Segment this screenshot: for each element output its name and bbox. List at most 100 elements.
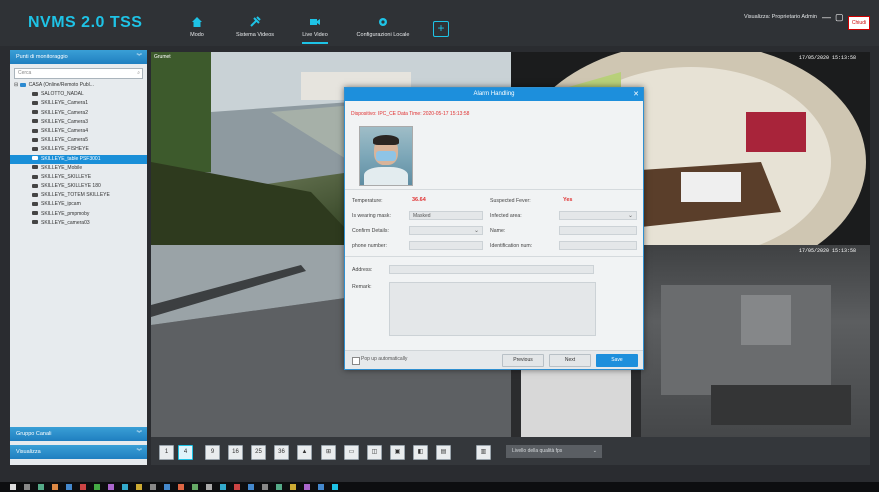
- layout-36-button[interactable]: 36: [274, 445, 289, 460]
- divider: [345, 189, 643, 190]
- tree-item[interactable]: SKILLEYE_SKILLEYE: [10, 173, 147, 182]
- group-channels-tab[interactable]: Gruppo Canali ︾: [10, 427, 147, 441]
- tree-item[interactable]: SKILLEYE_Camera4: [10, 127, 147, 136]
- popup-checkbox-label: Pop up automatically: [361, 356, 408, 362]
- os-taskbar: [0, 482, 879, 492]
- tools-icon: [250, 16, 261, 27]
- confirm-details-label: Confirm Details:: [352, 228, 389, 234]
- nav-label: Modo: [190, 32, 204, 38]
- fullscreen-button[interactable]: ▣: [390, 445, 405, 460]
- app-title: NVMS 2.0 TSS: [28, 14, 143, 31]
- minimize-button[interactable]: —: [822, 12, 831, 22]
- tree-item[interactable]: SKILLEYE_Camera2: [10, 109, 147, 118]
- phone-field[interactable]: [409, 241, 483, 250]
- temperature-label: Temperature:: [352, 198, 383, 204]
- tree-root[interactable]: ⊟ CASA (Online/Remoto Publ...: [10, 81, 147, 90]
- quality-select[interactable]: Livello della qualità fps ⌄: [506, 445, 602, 458]
- next-button[interactable]: Next: [549, 354, 591, 367]
- alarm-info: Dispositivo: IPC_CE Data Time: 2020-05-1…: [351, 111, 470, 117]
- divider: [345, 256, 643, 257]
- device-panel: Punti di monitoraggio ︾ Cerca ⌕ ⊟ CASA (…: [10, 50, 147, 465]
- tree-item[interactable]: SKILLEYE_pmpmoby: [10, 210, 147, 219]
- chevron-down-icon: ︾: [136, 431, 142, 437]
- infected-area-select[interactable]: ⌄: [559, 211, 637, 220]
- app-window: NVMS 2.0 TSS Modo Sistema Videos Live Vi…: [0, 0, 879, 492]
- taskbar-icons: [10, 484, 338, 490]
- gear-icon: [379, 18, 387, 26]
- wearing-mask-label: Is wearing mask:: [352, 213, 391, 219]
- remark-textarea[interactable]: [389, 282, 596, 336]
- search-input[interactable]: Cerca ⌕: [14, 68, 143, 79]
- tab-label: Gruppo Canali: [16, 431, 52, 437]
- camera-label: Grumet: [154, 54, 171, 60]
- remark-label: Remark:: [352, 284, 372, 290]
- maximize-button[interactable]: ▢: [835, 12, 844, 23]
- name-field[interactable]: [559, 226, 637, 235]
- chevron-down-icon: ⌄: [627, 213, 633, 219]
- temperature-value: 36.64: [412, 197, 426, 203]
- tree-item[interactable]: SKILLEYE_Camera1: [10, 99, 147, 108]
- tree-item[interactable]: SKILLEYE_SKILLEYE 180: [10, 182, 147, 191]
- search-icon[interactable]: ⌕: [137, 69, 140, 78]
- tab-label: Visualizza: [16, 449, 41, 455]
- confirm-details-select[interactable]: ⌄: [409, 226, 483, 235]
- panel-title-label: Punti di monitoraggio: [16, 54, 68, 60]
- layout-16-button[interactable]: 16: [228, 445, 243, 460]
- chevron-down-icon: ︾: [136, 449, 142, 455]
- add-tab-button[interactable]: +: [433, 21, 449, 37]
- grid-view-button[interactable]: ⊞: [321, 445, 336, 460]
- tree-item[interactable]: SKILLEYE_FISHEYE: [10, 145, 147, 154]
- top-bar: NVMS 2.0 TSS Modo Sistema Videos Live Vi…: [0, 0, 879, 46]
- quality-select-label: Livello della qualità fps: [512, 448, 563, 454]
- dialog-title-bar: Alarm Handling ✕: [345, 88, 643, 101]
- up-arrow-button[interactable]: ▲: [297, 445, 312, 460]
- identification-label: Identification num:: [490, 243, 533, 249]
- nav-label: Live Video: [302, 32, 328, 38]
- list-view-button[interactable]: ▤: [436, 445, 451, 460]
- nav-label: Sistema Videos: [235, 32, 275, 38]
- layout-toolbar: 1 4 9 16 25 36 ▲ ⊞ ▭ ◫ ▣ ◧ ▤ ▥ Livello d…: [151, 437, 870, 465]
- nav-live-video[interactable]: Live Video: [280, 16, 350, 44]
- tree-item[interactable]: SKILLEYE_TOTEM SKILLEYE: [10, 191, 147, 200]
- tree-item[interactable]: SKILLEYE_ipcam: [10, 200, 147, 209]
- user-info: Visualizza: Proprietario Admin: [744, 14, 817, 20]
- layout-25-button[interactable]: 25: [251, 445, 266, 460]
- single-view-button[interactable]: ▭: [344, 445, 359, 460]
- previous-button[interactable]: Previous: [502, 354, 544, 367]
- close-button[interactable]: Chiudi: [848, 16, 870, 30]
- panel-view-button[interactable]: ◧: [413, 445, 428, 460]
- name-label: Name:: [490, 228, 506, 234]
- tree-item[interactable]: SKILLEYE_camera03: [10, 219, 147, 228]
- chevron-down-icon: ︾: [136, 54, 142, 60]
- tree-item[interactable]: SKILLEYE_Mobile: [10, 164, 147, 173]
- custom-layout-button[interactable]: ▥: [476, 445, 491, 460]
- phone-label: phone number:: [352, 243, 387, 249]
- layout-4-button[interactable]: 4: [178, 445, 193, 460]
- chevron-down-icon: ⌄: [592, 448, 597, 454]
- address-field[interactable]: [389, 265, 594, 274]
- wearing-mask-field[interactable]: Masked: [409, 211, 483, 220]
- device-tree: ⊟ CASA (Online/Remoto Publ... SALOTTO_NA…: [10, 81, 147, 228]
- nav-label: Configurazioni Locale: [356, 32, 410, 38]
- search-placeholder: Cerca: [18, 70, 32, 76]
- layout-9-button[interactable]: 9: [205, 445, 220, 460]
- dialog-footer: Pop up automatically Previous Next Save: [345, 350, 643, 369]
- video-camera-icon: [310, 19, 320, 25]
- close-icon[interactable]: ✕: [633, 88, 639, 101]
- popup-checkbox[interactable]: [352, 357, 360, 365]
- split-view-button[interactable]: ◫: [367, 445, 382, 460]
- tree-item[interactable]: SKILLEYE_Camera3: [10, 118, 147, 127]
- tree-item[interactable]: SKILLEYE_Camera5: [10, 136, 147, 145]
- view-tab[interactable]: Visualizza ︾: [10, 445, 147, 459]
- tree-item-selected[interactable]: SKILLEYE_table PSF3001: [10, 154, 147, 164]
- chevron-down-icon: ⌄: [473, 228, 479, 234]
- identification-field[interactable]: [559, 241, 637, 250]
- suspected-fever-label: Suspected Fever:: [490, 198, 531, 204]
- panel-title[interactable]: Punti di monitoraggio ︾: [10, 50, 147, 64]
- layout-1-button[interactable]: 1: [159, 445, 174, 460]
- tree-item[interactable]: SALOTTO_NADAL: [10, 90, 147, 99]
- camera-timestamp: 17/05/2020 15:13:58: [798, 248, 856, 254]
- nav-configurazioni-locale[interactable]: Configurazioni Locale: [348, 16, 418, 38]
- save-button[interactable]: Save: [596, 354, 638, 367]
- home-icon: [192, 17, 202, 27]
